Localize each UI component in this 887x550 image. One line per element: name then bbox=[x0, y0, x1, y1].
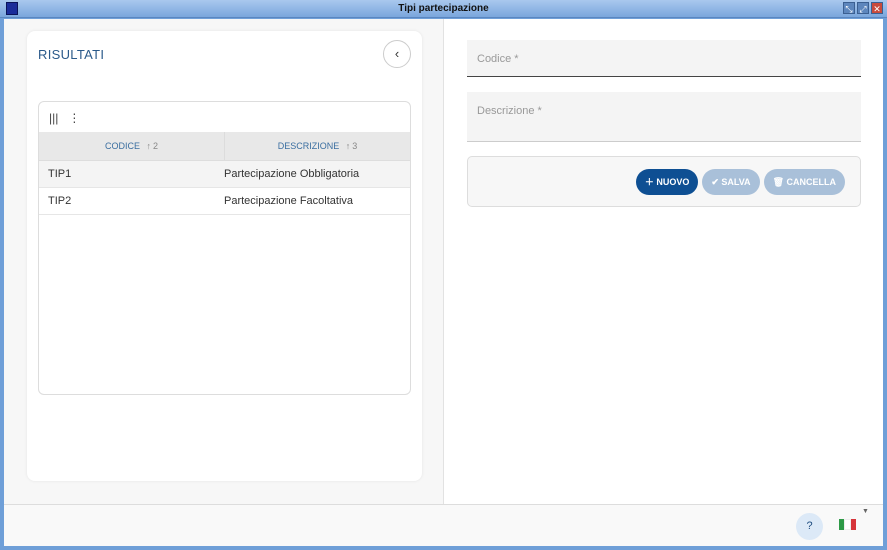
results-title: RISULTATI bbox=[38, 47, 105, 62]
cell-codice: TIP1 bbox=[48, 168, 72, 180]
sort-asc-icon: ↑ 2 bbox=[146, 141, 159, 151]
columns-icon[interactable]: ||| bbox=[49, 111, 58, 132]
results-card: RISULTATI ‹ ||| ⋮ CODICE ↑ 2 DESCRIZIONE … bbox=[27, 31, 422, 481]
cell-descrizione: Partecipazione Obbligatoria bbox=[224, 168, 360, 180]
codice-input[interactable]: Codice * bbox=[467, 40, 861, 77]
sort-asc-icon: ↑ 3 bbox=[345, 141, 358, 151]
column-header-codice[interactable]: CODICE ↑ 2 bbox=[39, 132, 225, 160]
plus-icon: ＋ bbox=[644, 177, 657, 187]
italian-flag-icon[interactable] bbox=[839, 519, 856, 530]
cancella-button[interactable]: 🗑 CANCELLA bbox=[763, 169, 845, 195]
more-vert-icon[interactable]: ⋮ bbox=[68, 111, 80, 132]
trash-icon: 🗑 bbox=[772, 177, 787, 187]
results-grid: ||| ⋮ CODICE ↑ 2 DESCRIZIONE ↑ 3 TIP1 Part… bbox=[38, 101, 411, 395]
footer: ? ▼ bbox=[4, 504, 883, 546]
detail-form: Codice * Descrizione * ＋ NUOVO ✔ SALVA 🗑… bbox=[467, 40, 861, 207]
window-title: Tipi partecipazione bbox=[398, 3, 489, 14]
nuovo-button[interactable]: ＋ NUOVO bbox=[635, 169, 699, 195]
table-row[interactable]: TIP2 Partecipazione Facoltativa bbox=[39, 188, 410, 215]
collapse-button[interactable]: ‹ bbox=[383, 40, 411, 68]
column-header-descrizione[interactable]: DESCRIZIONE ↑ 3 bbox=[225, 132, 410, 160]
action-bar: ＋ NUOVO ✔ SALVA 🗑 CANCELLA bbox=[467, 156, 861, 207]
check-icon: ✔ bbox=[711, 177, 722, 187]
minimize-button[interactable]: ⤡ bbox=[843, 2, 855, 14]
window-content: RISULTATI ‹ ||| ⋮ CODICE ↑ 2 DESCRIZIONE … bbox=[4, 19, 883, 546]
descrizione-textarea[interactable]: Descrizione * bbox=[467, 92, 861, 142]
maximize-button[interactable]: ⤢ bbox=[857, 2, 869, 14]
close-button[interactable]: ✕ bbox=[871, 2, 883, 14]
salva-button[interactable]: ✔ SALVA bbox=[702, 169, 760, 195]
help-button[interactable]: ? bbox=[796, 513, 823, 540]
title-bar: Tipi partecipazione ⤡ ⤢ ✕ bbox=[0, 0, 887, 18]
cell-descrizione: Partecipazione Facoltativa bbox=[224, 195, 354, 207]
table-row[interactable]: TIP1 Partecipazione Obbligatoria bbox=[39, 161, 410, 188]
cell-codice: TIP2 bbox=[48, 195, 72, 207]
results-panel: RISULTATI ‹ ||| ⋮ CODICE ↑ 2 DESCRIZIONE … bbox=[4, 19, 444, 504]
language-dropdown-icon[interactable]: ▼ bbox=[862, 508, 869, 515]
